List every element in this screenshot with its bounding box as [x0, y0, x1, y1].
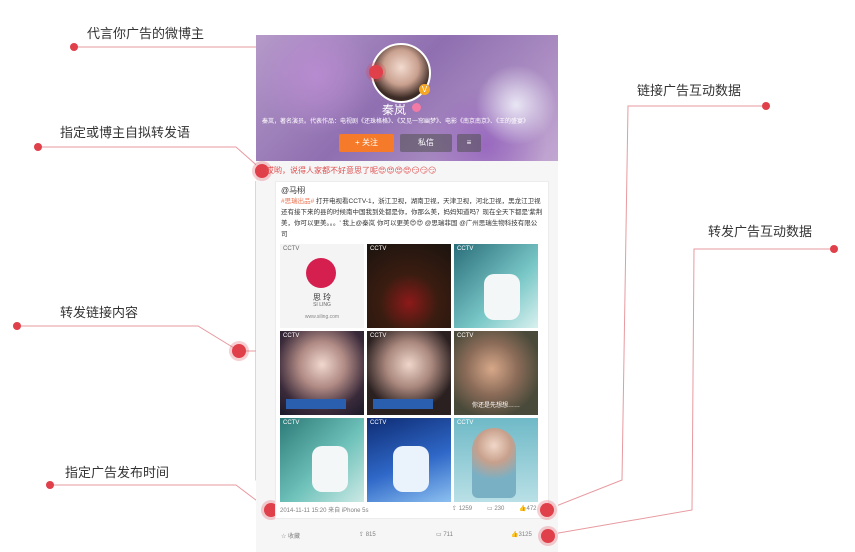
brand-logo-sub: SI LING: [313, 302, 331, 308]
marker-repost-interaction: [541, 529, 555, 543]
original-author[interactable]: @马栩: [281, 185, 305, 196]
orig-comment-count: 230: [494, 506, 505, 512]
image-tile[interactable]: CCTV: [454, 244, 538, 328]
image-tile[interactable]: CCTV 思 玲 SI LING www.siling.com: [280, 244, 364, 328]
profile-bio: 秦岚，著名演员。代表作品：电视剧《还珠格格》、《又见一帘幽梦》、电影《南京南京》…: [262, 119, 530, 125]
brand-url: www.siling.com: [304, 314, 340, 320]
message-button[interactable]: 私信: [400, 134, 452, 152]
image-caption: 你还是先想想……: [471, 403, 520, 409]
like-count: 3125: [518, 532, 532, 538]
image-tile[interactable]: CCTV: [367, 418, 451, 502]
annotation-dot: [13, 322, 21, 330]
repost-icon: ⇪: [359, 532, 366, 538]
annotation-publish-time: 指定广告发布时间: [65, 465, 170, 480]
orig-comment-stat[interactable]: ▭ 230: [487, 505, 504, 512]
tile-tag: CCTV: [370, 420, 387, 426]
annotation-dot: [70, 43, 78, 51]
orig-like-count: 472: [526, 506, 537, 512]
original-body: 打开电视看CCTV-1，浙江卫视，湖南卫视，天津卫视，河北卫视，黑龙江卫视还有接…: [281, 198, 543, 238]
repost-icon: ⇪: [452, 506, 459, 512]
orig-like-stat[interactable]: 👍472: [519, 505, 537, 512]
verified-badge: V: [419, 84, 430, 95]
image-tile[interactable]: CCTV 你还是先想想……: [454, 331, 538, 415]
more-menu-icon[interactable]: ≡: [457, 134, 481, 152]
tile-tag: CCTV: [457, 420, 474, 426]
repost-button[interactable]: ⇪ 815: [359, 531, 376, 538]
profile-cover: V 秦岚 秦岚，著名演员。代表作品：电视剧《还珠格格》、《又见一帘幽梦》、电影《…: [256, 35, 558, 161]
original-post-time[interactable]: 2014-11-11 15:20 来自 iPhone 5s: [280, 505, 369, 514]
like-button[interactable]: 👍3125: [511, 531, 532, 538]
collect-button[interactable]: ☆ 收藏: [281, 531, 300, 540]
image-tile[interactable]: CCTV: [280, 331, 364, 415]
annotation-dot: [830, 245, 838, 253]
comment-count: 711: [443, 532, 453, 538]
orig-repost-count: 1259: [458, 506, 473, 512]
follow-button[interactable]: + 关注: [339, 134, 394, 152]
repost-text: 哎哟，说得人家都不好意思了呢😍😍😍😍😏😏😏: [266, 166, 437, 175]
image-tile[interactable]: CCTV: [280, 418, 364, 502]
tile-tag: CCTV: [457, 333, 474, 339]
female-icon: [412, 103, 421, 112]
tile-tag: CCTV: [457, 246, 474, 252]
marker-blogger: [369, 65, 383, 79]
image-tile[interactable]: CCTV: [454, 418, 538, 502]
image-tile[interactable]: CCTV: [367, 244, 451, 328]
annotation-link-interaction: 链接广告互动数据: [637, 83, 742, 98]
marker-link-interaction: [540, 503, 554, 517]
star-icon: ☆: [281, 534, 289, 540]
annotation-repost-content: 转发链接内容: [60, 305, 139, 320]
tile-tag: CCTV: [283, 420, 300, 426]
repost-count: 815: [365, 532, 376, 538]
annotation-dot: [46, 481, 54, 489]
comment-button[interactable]: ▭ 711: [436, 531, 453, 538]
annotation-dot: [34, 143, 42, 151]
original-post: @马栩 #思瑞出品# 打开电视看CCTV-1，浙江卫视，湖南卫视，天津卫视，河北…: [275, 181, 549, 519]
tile-tag: CCTV: [283, 333, 300, 339]
collect-label: 收藏: [288, 534, 301, 540]
annotation-blogger: 代言你广告的微博主: [87, 26, 205, 41]
tile-tag: CCTV: [370, 246, 387, 252]
annotation-dot: [762, 102, 770, 110]
tile-tag: CCTV: [370, 333, 387, 339]
original-text: #思瑞出品# 打开电视看CCTV-1，浙江卫视，湖南卫视，天津卫视，河北卫视，黑…: [281, 196, 543, 240]
marker-repost-content: [232, 344, 246, 358]
annotation-repost-text: 指定或博主自拟转发语: [60, 125, 191, 140]
annotation-repost-interaction: 转发广告互动数据: [708, 224, 813, 239]
image-grid: CCTV 思 玲 SI LING www.siling.com CCTV CCT…: [280, 244, 540, 502]
tile-tag: CCTV: [283, 246, 300, 252]
image-tile[interactable]: CCTV: [367, 331, 451, 415]
topic-link[interactable]: #思瑞出品#: [281, 198, 314, 205]
orig-repost-stat[interactable]: ⇪ 1259: [452, 505, 472, 512]
